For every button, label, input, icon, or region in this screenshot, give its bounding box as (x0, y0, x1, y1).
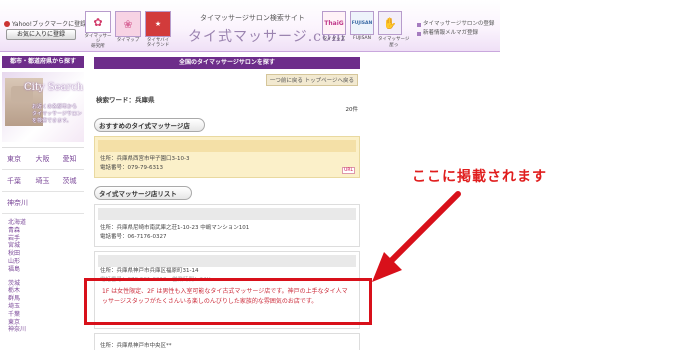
thai-goods-icon: ThaiG (322, 11, 346, 35)
shop-name-blurred (98, 140, 356, 152)
header-link-research[interactable]: ✿ タイマッサージ 研究所 (84, 11, 112, 49)
bullet-icon (417, 31, 421, 36)
prefecture-link[interactable]: 埼玉 (8, 303, 84, 311)
thailand-icon: ★ (145, 11, 171, 37)
major-city-grid: 東京 大阪 愛知 千葉 埼玉 茨城 神奈川 (2, 147, 84, 214)
shop-name-blurred (98, 255, 356, 267)
shop-address: 住所：兵庫県神戸市中央区** (100, 343, 172, 349)
city-link[interactable]: 神奈川 (2, 192, 29, 213)
sidebar-heading: 都市・都道府県から探す (2, 56, 84, 68)
header-right-icons: ThaiG タイグッズ FUJISAN FUJISAN ✋ タイマッサージ 屋っ (322, 11, 409, 48)
yahoo-bookmark-link[interactable]: Yahoo!ブックマークに登録 (4, 19, 86, 28)
city-link[interactable]: 東京 (2, 148, 29, 169)
prefecture-link[interactable]: 青森 (8, 227, 84, 235)
city-search-banner[interactable]: City Search お近くの各都市から タイマッサージサロン を検索できます… (2, 72, 84, 142)
fujisan-icon: FUJISAN (350, 11, 374, 35)
nav-row: 一つ前に戻る トップページへ戻る (94, 74, 360, 86)
shop-name-blurred (98, 208, 356, 220)
header-right-links: タイマッサージサロンの登録 新着情報メルマガ登録 (417, 20, 494, 38)
callout-arrow-icon (372, 191, 461, 282)
list-section-label: タイ式マッサージ店リスト (94, 186, 192, 200)
add-favorite-button[interactable]: お気に入りに登録 (6, 29, 76, 40)
header-link-massage[interactable]: ✋ タイマッサージ 屋っ (378, 11, 409, 48)
city-link[interactable]: 大阪 (29, 148, 56, 169)
newsletter-label: 新着情報メルマガ登録 (423, 30, 479, 36)
main-heading: 全国のタイマッサージサロンを探す (94, 57, 360, 69)
header-link-thai-goods[interactable]: ThaiG タイグッズ (322, 11, 346, 48)
shield-icon: ✿ (85, 11, 111, 33)
url-badge[interactable]: URL (342, 167, 355, 174)
newsletter-link[interactable]: 新着情報メルマガ登録 (417, 29, 494, 38)
callout-text: ここに掲載されます (412, 169, 547, 185)
header-link-caption: タイマッサージ 屋っ (378, 37, 410, 48)
left-sidebar: 都市・都道府県から探す City Search お近くの各都市から タイマッサー… (2, 56, 84, 350)
prefecture-link[interactable]: 群馬 (8, 295, 84, 303)
prefecture-list: 北海道 青森 岩手 宮城 秋田 山形 福島 茨城 栃木 群馬 埼玉 千葉 東京 … (2, 219, 84, 334)
header-link-caption: タイサバイ タイランド (146, 38, 170, 48)
featured-shop-card[interactable]: 住所：兵庫県西宮市甲子園口3-10-3 電話番号：079-79-6313 URL (94, 136, 360, 178)
city-link[interactable]: 埼玉 (29, 170, 56, 191)
search-keyword: 検索ワード：兵庫県 (96, 96, 155, 104)
header-link-caption: タイマップ (116, 38, 140, 43)
city-link-empty (56, 192, 83, 213)
site-tagline: タイマッサージサロン検索サイト (200, 14, 305, 22)
city-link[interactable]: 千葉 (2, 170, 29, 191)
yahoo-bookmark-label: Yahoo!ブックマークに登録 (12, 21, 87, 28)
screenshot-stage: { "header": { "yahoo_text": "Yahoo!ブックマー… (0, 0, 700, 350)
bullet-icon (417, 22, 421, 27)
keyword-row: 検索ワード：兵庫県 (94, 94, 360, 104)
featured-section-label: おすすめのタイ式マッサージ店 (94, 118, 205, 132)
header-link-caption: FUJISAN (353, 36, 371, 41)
back-links[interactable]: 一つ前に戻る トップページへ戻る (265, 74, 358, 86)
highlight-box (84, 278, 372, 325)
prefecture-link[interactable]: 北海道 (8, 219, 84, 227)
city-link[interactable]: 愛知 (56, 148, 83, 169)
prefecture-link[interactable]: 山形 (8, 258, 84, 266)
shop-card[interactable]: 住所：兵庫県神戸市中央区** (94, 333, 360, 350)
city-link-empty (29, 192, 56, 213)
shop-phone: 電話番号：079-79-6313 (100, 164, 163, 171)
shop-address: 住所：兵庫県神戸市兵庫区福原町31-14 (100, 268, 199, 274)
result-count: 20件 (345, 107, 359, 113)
salon-register-link[interactable]: タイマッサージサロンの登録 (417, 20, 494, 29)
prefecture-link[interactable]: 秋田 (8, 250, 84, 258)
prefecture-link[interactable]: 千葉 (8, 311, 84, 319)
city-link[interactable]: 茨城 (56, 170, 83, 191)
city-search-text: お近くの各都市から タイマッサージサロン を検索できます。 (32, 104, 82, 124)
city-row: 東京 大阪 愛知 (2, 148, 84, 170)
header-icon-links: ✿ タイマッサージ 研究所 ❀ タイマップ ★ タイサバイ タイランド (84, 11, 172, 49)
city-row: 神奈川 (2, 192, 84, 214)
prefecture-link[interactable]: 神奈川 (8, 326, 84, 334)
shop-phone: 電話番号：06-7176-0327 (100, 233, 167, 240)
prefecture-link[interactable]: 福島 (8, 266, 84, 274)
header-link-caption: タイマッサージ 研究所 (84, 34, 112, 49)
site-header: Yahoo!ブックマークに登録 お気に入りに登録 ✿ タイマッサージ 研究所 ❀… (0, 0, 500, 52)
flower-icon: ❀ (115, 11, 141, 37)
header-link-caption: タイグッズ (322, 37, 346, 42)
city-search-brand: City Search (24, 82, 84, 93)
shop-address: 住所：兵庫県西宮市甲子園口3-10-3 (100, 156, 190, 162)
header-link-map[interactable]: ❀ タイマップ (114, 11, 142, 49)
header-link-fujisan[interactable]: FUJISAN FUJISAN (350, 11, 374, 48)
yahoo-icon (4, 20, 10, 27)
shop-address: 住所：兵庫県尼崎市南武庫之荘1-10-23 中嶋マンション101 (100, 225, 250, 231)
salon-register-label: タイマッサージサロンの登録 (423, 21, 495, 27)
shop-card[interactable]: 住所：兵庫県尼崎市南武庫之荘1-10-23 中嶋マンション101 電話番号：06… (94, 204, 360, 247)
massage-icon: ✋ (378, 11, 402, 35)
city-row: 千葉 埼玉 茨城 (2, 170, 84, 192)
prefecture-link[interactable]: 栃木 (8, 287, 84, 295)
header-link-sabai[interactable]: ★ タイサバイ タイランド (144, 11, 172, 49)
